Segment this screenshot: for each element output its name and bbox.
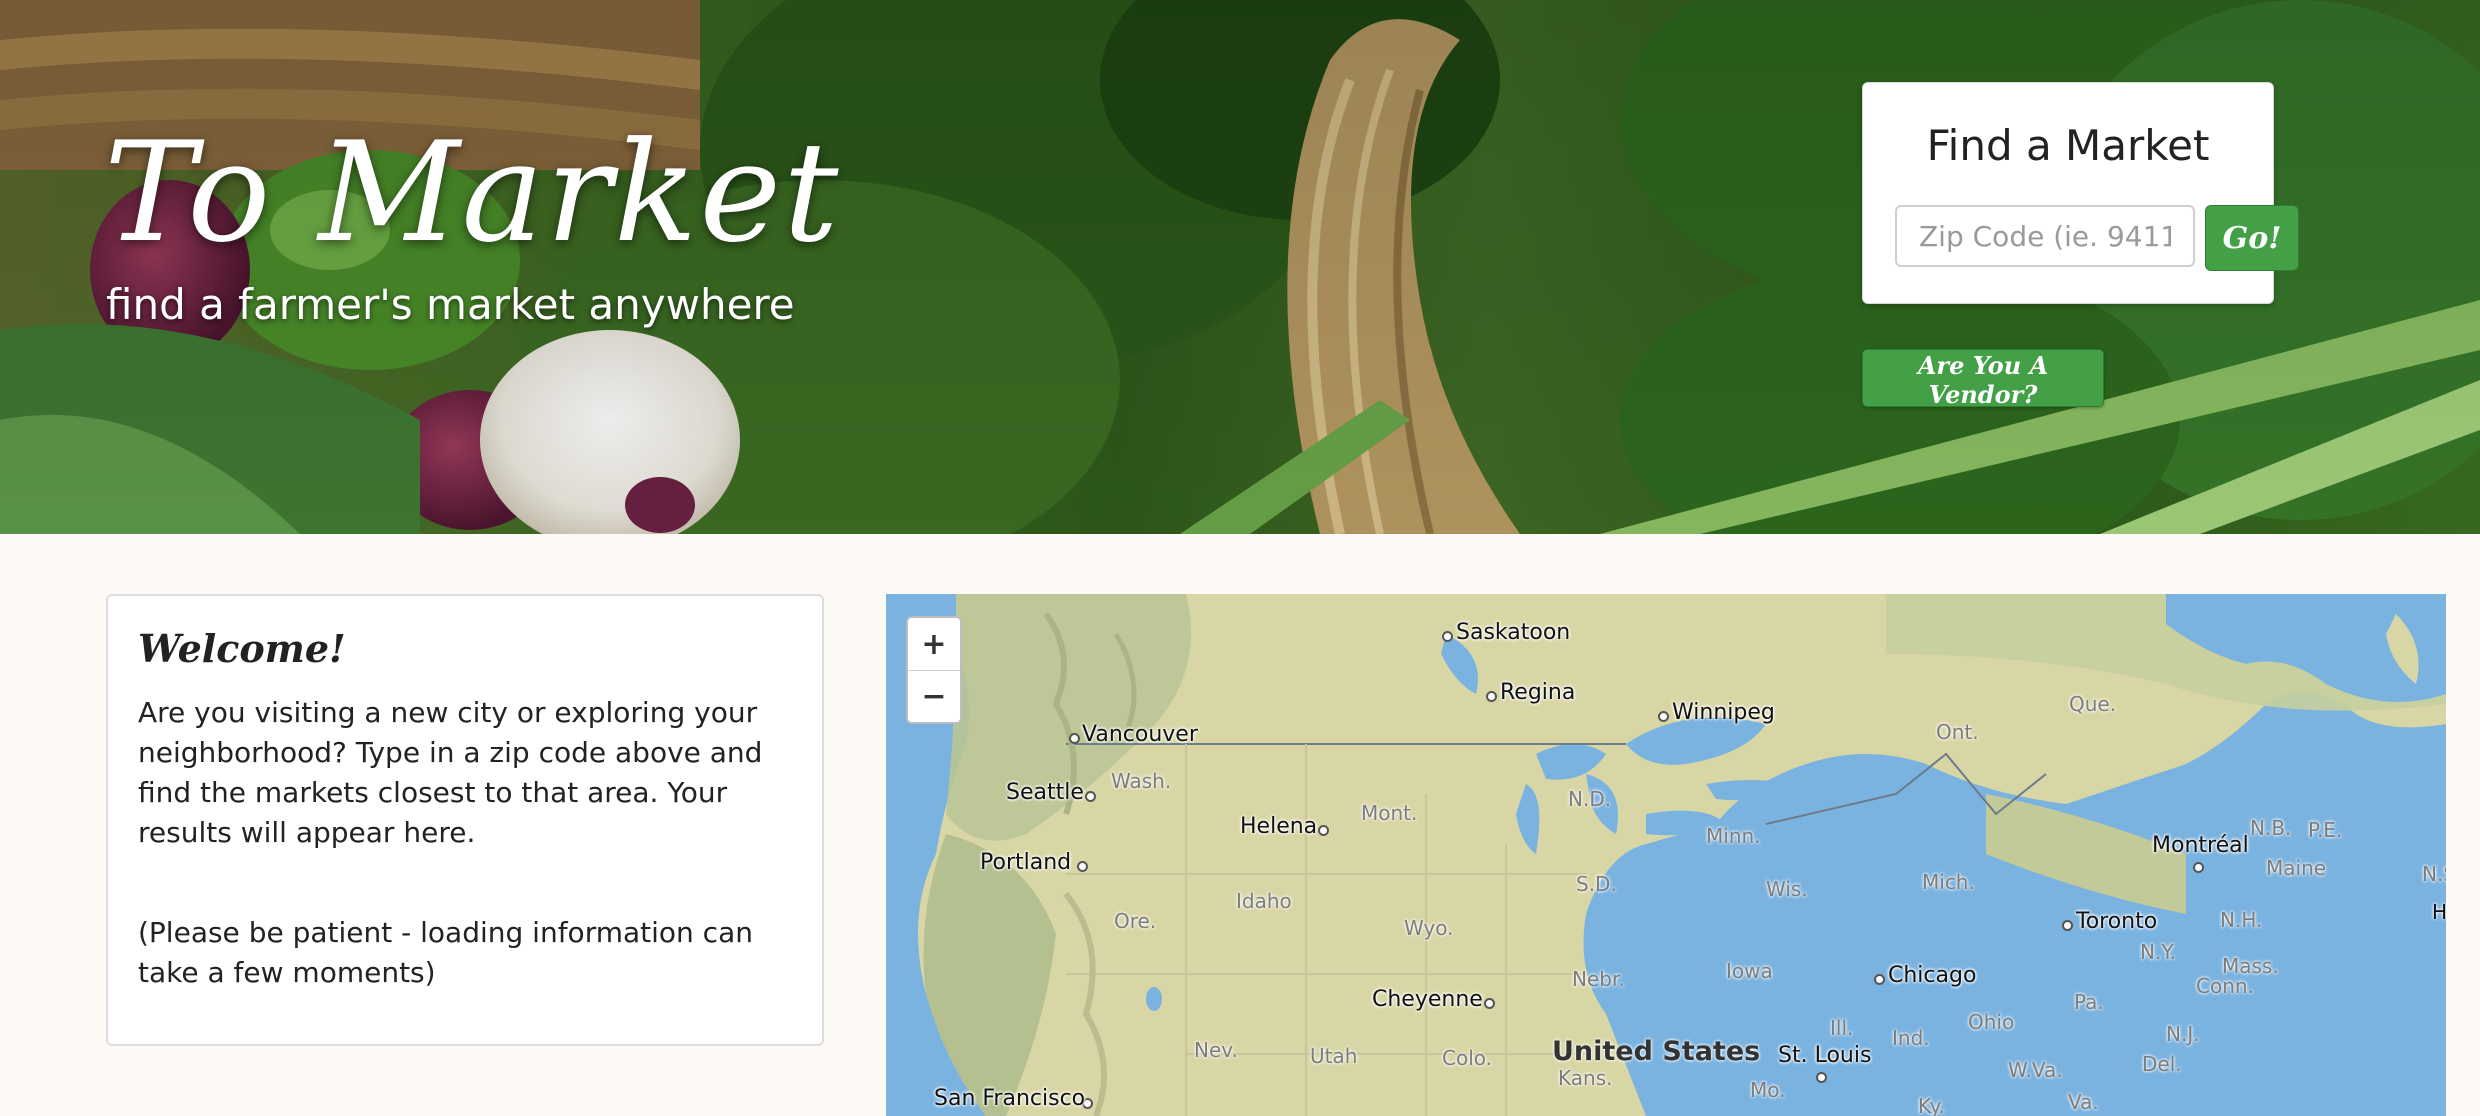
region-label: Idaho: [1236, 889, 1292, 913]
region-label: Ind.: [1892, 1026, 1930, 1050]
city-label: Seattle: [1006, 780, 1084, 805]
city-marker: [1816, 1072, 1827, 1083]
city-label: Winnipeg: [1672, 700, 1775, 725]
city-marker: [1658, 711, 1669, 722]
region-label: Ohio: [1968, 1010, 2015, 1034]
region-label: Mo.: [1750, 1078, 1786, 1102]
welcome-panel: Welcome! Are you visiting a new city or …: [106, 594, 824, 1046]
region-label: Mont.: [1361, 801, 1418, 825]
city-marker: [1085, 791, 1096, 802]
region-label: Conn.: [2196, 974, 2254, 998]
welcome-body: Are you visiting a new city or exploring…: [138, 696, 763, 849]
go-button[interactable]: Go!: [2205, 205, 2299, 271]
region-label: Nev.: [1194, 1038, 1238, 1062]
region-label: N.B.: [2250, 816, 2292, 840]
region-label: Ky.: [1918, 1094, 1946, 1116]
region-label: Minn.: [1706, 824, 1761, 848]
zoom-control: + −: [906, 616, 962, 724]
city-marker: [2062, 920, 2073, 931]
region-label: P.E.: [2308, 818, 2343, 842]
region-label: H: [2432, 900, 2446, 924]
market-map[interactable]: + − Saskatoon Regina Winnipeg Vancouver …: [886, 594, 2446, 1116]
region-label: Va.: [2068, 1090, 2099, 1114]
city-label: Saskatoon: [1456, 620, 1571, 645]
city-label: St. Louis: [1778, 1043, 1872, 1068]
city-marker: [1318, 825, 1329, 836]
city-label: Regina: [1500, 680, 1576, 705]
region-label: W.Va.: [2008, 1058, 2063, 1082]
region-label: Wis.: [1766, 877, 1808, 901]
region-label: Iowa: [1726, 959, 1773, 983]
region-label: Colo.: [1442, 1046, 1492, 1070]
city-marker: [1077, 861, 1088, 872]
find-market-heading: Find a Market: [1926, 121, 2210, 170]
region-label: Nebr.: [1572, 967, 1625, 991]
region-label: S.D.: [1576, 872, 1617, 896]
zoom-out-button[interactable]: −: [908, 670, 960, 722]
region-label: Ill.: [1830, 1016, 1854, 1040]
city-label: Chicago: [1888, 963, 1977, 988]
region-label: Pa.: [2074, 990, 2104, 1014]
find-market-panel: Find a Market Go!: [1862, 82, 2299, 304]
region-label: Del.: [2142, 1052, 2182, 1076]
hero-banner: To Market find a farmer's market anywher…: [0, 0, 2480, 534]
region-label: Kans.: [1558, 1066, 1613, 1090]
region-label: Maine: [2266, 856, 2327, 880]
city-marker: [1486, 691, 1497, 702]
city-marker: [2193, 862, 2204, 873]
region-label: Ore.: [1114, 909, 1157, 933]
city-label: Montréal: [2152, 833, 2249, 858]
city-marker: [1442, 631, 1453, 642]
zoom-in-button[interactable]: +: [908, 618, 960, 670]
zip-code-input[interactable]: [1895, 205, 2195, 267]
region-label: Mich.: [1922, 870, 1975, 894]
loading-note: (Please be patient - loading information…: [138, 916, 753, 989]
region-label: N.J.: [2166, 1022, 2200, 1046]
city-marker: [1874, 974, 1885, 985]
brand-title: To Market: [104, 112, 841, 273]
region-label: N.H.: [2220, 908, 2263, 932]
region-label: N.D.: [1568, 787, 1612, 811]
region-label: Utah: [1310, 1044, 1358, 1068]
vendor-button[interactable]: Are You A Vendor?: [1862, 349, 2104, 409]
city-label: Vancouver: [1082, 722, 1198, 747]
region-label: N.Y.: [2140, 940, 2176, 964]
region-label: Wash.: [1111, 769, 1172, 793]
city-label: Portland: [980, 850, 1072, 875]
brand-tagline: find a farmer's market anywhere: [106, 280, 795, 329]
region-label: Wyo.: [1404, 916, 1454, 940]
region-label: Ont.: [1936, 720, 1979, 744]
city-label: Toronto: [2076, 909, 2158, 934]
region-label: N.S: [2422, 862, 2446, 886]
city-label: Helena: [1240, 814, 1318, 839]
welcome-heading: Welcome!: [138, 626, 346, 671]
country-label: United States: [1552, 1036, 1761, 1067]
city-label: Cheyenne: [1372, 987, 1483, 1012]
city-marker: [1069, 733, 1080, 744]
city-marker: [1484, 998, 1495, 1009]
region-label: Que.: [2069, 692, 2117, 716]
city-label: San Francisco: [934, 1086, 1086, 1111]
